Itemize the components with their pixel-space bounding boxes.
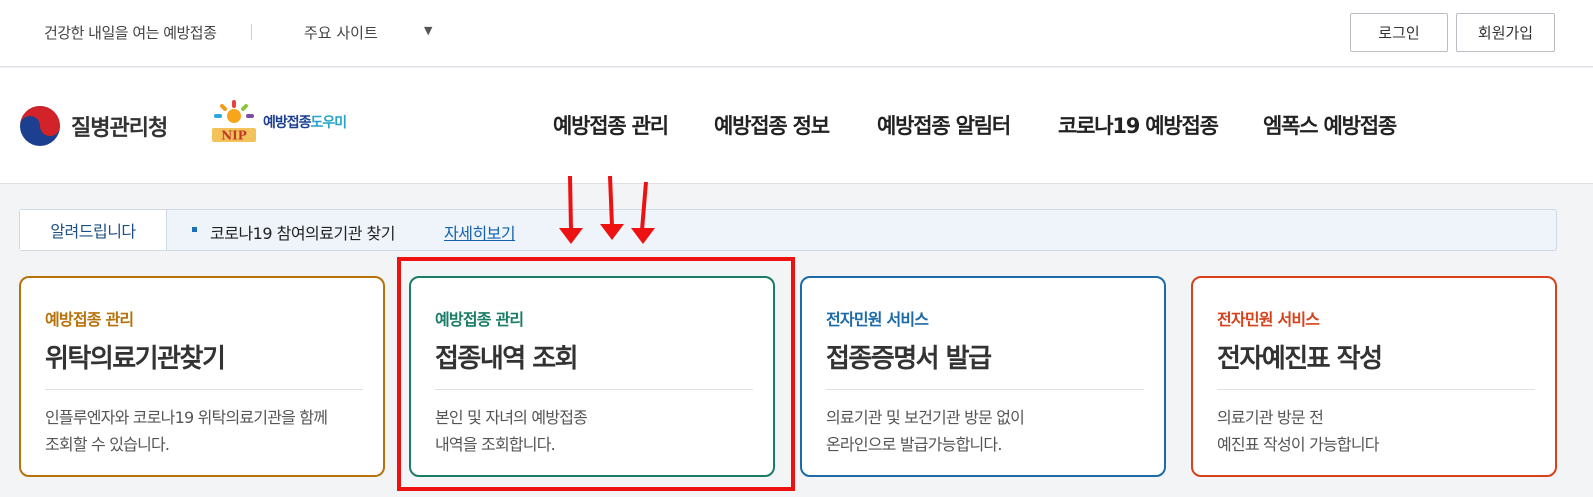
card-title: 위탁의료기관찾기 (45, 344, 226, 374)
card-divider (1217, 389, 1535, 390)
card-category: 전자민원 서비스 (826, 310, 929, 329)
card-divider (826, 389, 1144, 390)
card-find-entrusted-clinic[interactable]: 예방접종 관리 위탁의료기관찾기 인플루엔자와 코로나19 위탁의료기관을 함께… (19, 276, 385, 477)
notice-more-link[interactable]: 자세히보기 (444, 220, 516, 244)
nav-mpox-vaccination[interactable]: 엠폭스 예방접종 (1263, 110, 1397, 140)
card-e-screening-form[interactable]: 전자민원 서비스 전자예진표 작성 의료기관 방문 전 예진표 작성이 가능합니… (1191, 276, 1557, 477)
card-title: 전자예진표 작성 (1217, 344, 1383, 374)
nav-covid19-vaccination[interactable]: 코로나19 예방접종 (1058, 110, 1219, 140)
divider (251, 24, 252, 40)
notice-message[interactable]: 코로나19 참여의료기관 찾기 (210, 220, 395, 244)
main-header: 질병관리청 NIP 예방접종도우미 예방접종 관리 예방접종 정보 예방접종 알… (0, 68, 1593, 184)
notice-bar: 알려드립니다 코로나19 참여의료기관 찾기 자세히보기 (19, 209, 1557, 251)
card-divider (45, 389, 363, 390)
card-vaccination-certificate[interactable]: 전자민원 서비스 접종증명서 발급 의료기관 및 보건기관 방문 없이 온라인으… (800, 276, 1166, 477)
signup-button[interactable]: 회원가입 (1456, 13, 1555, 52)
card-category: 전자민원 서비스 (1217, 310, 1320, 329)
major-sites-label: 주요 사이트 (304, 24, 378, 42)
caret-down-icon: ▼ (424, 24, 433, 37)
bullet-icon (192, 227, 197, 232)
card-description: 인플루엔자와 코로나19 위탁의료기관을 함께 조회할 수 있습니다. (45, 408, 328, 454)
card-description: 의료기관 방문 전 예진표 작성이 가능합니다 (1217, 408, 1380, 454)
notice-label: 알려드립니다 (20, 210, 167, 250)
top-utility-bar: 건강한 내일을 여는 예방접종 주요 사이트 ▼ 로그인 회원가입 (0, 0, 1593, 67)
login-button[interactable]: 로그인 (1350, 13, 1448, 52)
card-category: 예방접종 관리 (45, 310, 134, 329)
red-arrows-icon (559, 175, 655, 244)
main-navigation: 예방접종 관리 예방접종 정보 예방접종 알림터 코로나19 예방접종 엠폭스 … (0, 110, 1593, 140)
highlight-box (397, 257, 795, 491)
major-sites-dropdown[interactable]: 주요 사이트 ▼ (304, 22, 432, 43)
card-title: 접종증명서 발급 (826, 344, 992, 374)
nav-vaccination-info[interactable]: 예방접종 정보 (714, 110, 830, 140)
nav-vaccination-notice[interactable]: 예방접종 알림터 (877, 110, 1011, 140)
nav-vaccination-management[interactable]: 예방접종 관리 (553, 110, 669, 140)
site-slogan: 건강한 내일을 여는 예방접종 (44, 24, 217, 42)
card-description: 의료기관 및 보건기관 방문 없이 온라인으로 발급가능합니다. (826, 408, 1025, 454)
